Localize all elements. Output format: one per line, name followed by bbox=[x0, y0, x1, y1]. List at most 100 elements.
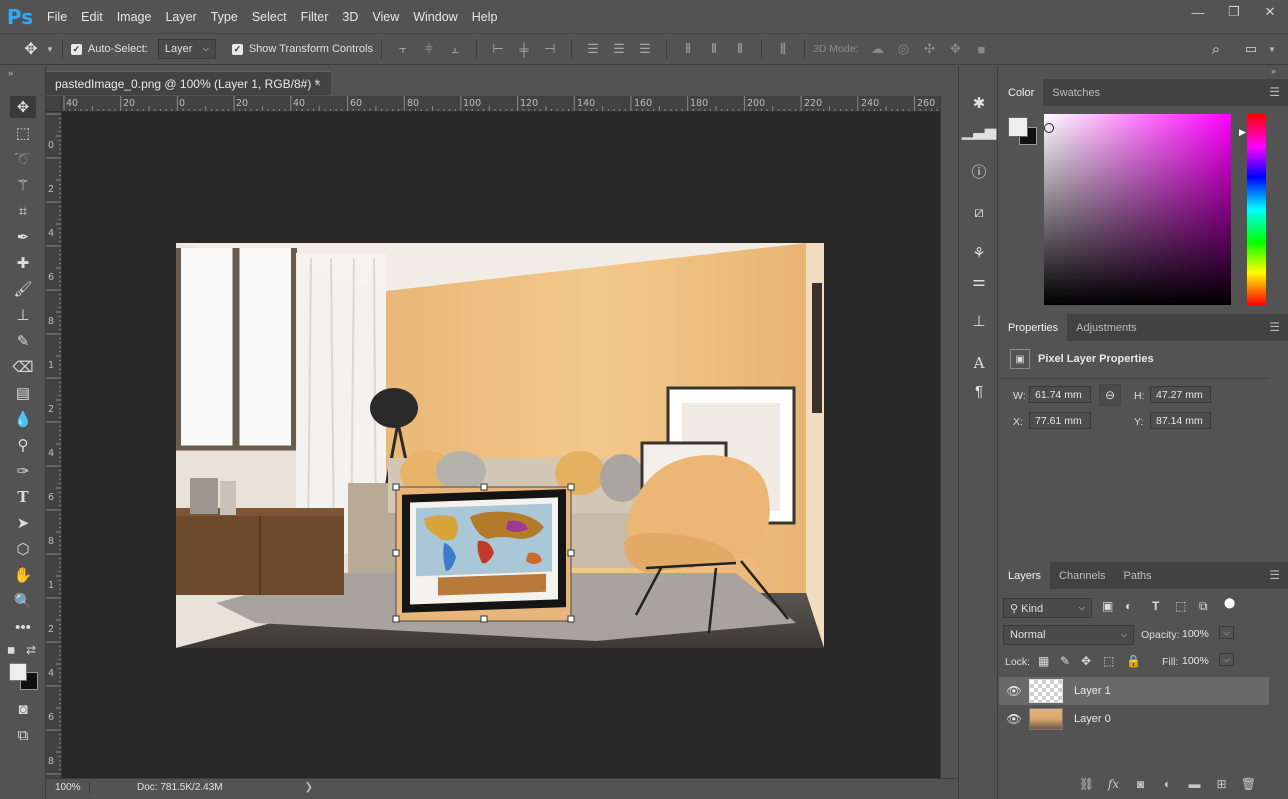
filter-type-icon[interactable]: T bbox=[1152, 599, 1159, 613]
quick-mask-icon[interactable]: ◙ bbox=[10, 698, 36, 720]
collapse-panel-icon[interactable]: » bbox=[8, 68, 13, 78]
eraser-tool-icon[interactable]: ⌫ bbox=[10, 356, 36, 378]
auto-select-dropdown[interactable]: Layer ⌵ bbox=[157, 39, 216, 59]
menu-type[interactable]: Type bbox=[204, 10, 245, 24]
filter-shape-icon[interactable]: ⬚ bbox=[1175, 599, 1186, 613]
3d-drag-icon[interactable]: ✣ bbox=[916, 41, 942, 57]
tab-properties[interactable]: Properties bbox=[999, 314, 1068, 341]
brush-settings-icon[interactable]: ⚘ bbox=[967, 242, 991, 264]
history-brush-tool-icon[interactable]: ✎ bbox=[10, 330, 36, 352]
paragraph-icon[interactable]: ¶ bbox=[967, 380, 991, 402]
close-tab-icon[interactable]: × bbox=[315, 78, 321, 90]
adjustment-layer-icon[interactable]: ◐ bbox=[1154, 777, 1181, 791]
menu-window[interactable]: Window bbox=[406, 10, 464, 24]
tab-layers[interactable]: Layers bbox=[999, 562, 1051, 589]
fill-field[interactable]: 100% bbox=[1182, 652, 1218, 669]
3d-roll-icon[interactable]: ◎ bbox=[890, 41, 916, 57]
align-left-icon[interactable]: ⊢ bbox=[485, 41, 511, 57]
search-icon[interactable]: ⌕ bbox=[1203, 41, 1229, 58]
move-tool-icon[interactable]: ✥ bbox=[18, 39, 44, 59]
color-foreground-swatch[interactable] bbox=[1008, 117, 1028, 137]
move-tool-icon[interactable]: ✥ bbox=[10, 96, 36, 118]
filter-smart-object-icon[interactable]: ⧉ bbox=[1199, 599, 1208, 614]
chevron-down-icon[interactable]: ⌵ bbox=[1219, 653, 1234, 666]
marquee-tool-icon[interactable]: ⬚ bbox=[10, 122, 36, 144]
crop-tool-icon[interactable]: ⌗ bbox=[10, 200, 36, 222]
tab-adjustments[interactable]: Adjustments bbox=[1067, 314, 1146, 341]
distribute-left-icon[interactable]: ⦀ bbox=[675, 41, 701, 57]
lock-all-icon[interactable]: 🔒 bbox=[1126, 654, 1141, 668]
link-dimensions-icon[interactable]: ⊖ bbox=[1099, 384, 1121, 406]
menu-edit[interactable]: Edit bbox=[74, 10, 110, 24]
lock-position-icon[interactable]: ✥ bbox=[1081, 654, 1091, 668]
chevron-down-icon[interactable]: ▼ bbox=[1268, 45, 1276, 54]
horizontal-ruler[interactable]: 40 20 0 20 40 60 80 100 120 140 160 180 … bbox=[62, 96, 940, 112]
distribute-hcenter-icon[interactable]: ⦀ bbox=[701, 41, 727, 57]
menu-image[interactable]: Image bbox=[110, 10, 159, 24]
menu-filter[interactable]: Filter bbox=[294, 10, 336, 24]
layer-style-icon[interactable]: fx bbox=[1100, 777, 1127, 791]
width-field[interactable]: 61.74 mm bbox=[1029, 386, 1091, 403]
info-icon[interactable]: ⓘ bbox=[967, 160, 991, 182]
dodge-tool-icon[interactable]: ⚲ bbox=[10, 434, 36, 456]
lock-image-icon[interactable]: ✎ bbox=[1060, 654, 1070, 668]
panel-menu-icon[interactable]: ☰ bbox=[1269, 85, 1280, 99]
panel-menu-icon[interactable]: ☰ bbox=[1269, 568, 1280, 582]
swap-colors-icon[interactable]: ⇄ bbox=[26, 643, 36, 657]
healing-brush-tool-icon[interactable]: ✚ bbox=[10, 252, 36, 274]
character-icon[interactable]: A bbox=[967, 352, 991, 374]
distribute-top-icon[interactable]: ☰ bbox=[580, 41, 606, 57]
screen-mode-icon[interactable]: ⧉ bbox=[10, 724, 36, 746]
tab-color[interactable]: Color bbox=[999, 79, 1044, 106]
gradient-tool-icon[interactable]: ▤ bbox=[10, 382, 36, 404]
tool-preset-chevron-icon[interactable]: ▼ bbox=[46, 45, 54, 54]
show-transform-checkbox[interactable]: ✓ Show Transform Controls bbox=[231, 43, 373, 55]
vertical-ruler[interactable]: 0 2 4 6 8 1 2 4 6 8 1 2 4 6 8 bbox=[46, 112, 62, 778]
filter-pixel-icon[interactable]: ▣ bbox=[1102, 599, 1113, 613]
delete-layer-icon[interactable]: 🗑 bbox=[1235, 777, 1262, 791]
hue-slider[interactable] bbox=[1247, 114, 1266, 305]
character-styles-icon[interactable]: ⧄ bbox=[967, 201, 991, 223]
visibility-eye-icon[interactable]: 👁 bbox=[999, 712, 1029, 726]
hue-slider-handle-icon[interactable]: ▶ bbox=[1239, 127, 1246, 138]
menu-3d[interactable]: 3D bbox=[335, 10, 365, 24]
color-picker-field[interactable] bbox=[1044, 114, 1231, 305]
tab-swatches[interactable]: Swatches bbox=[1043, 79, 1109, 106]
blur-tool-icon[interactable]: 💧 bbox=[10, 408, 36, 430]
lasso-tool-icon[interactable]: ➰ bbox=[10, 148, 36, 170]
menu-select[interactable]: Select bbox=[245, 10, 294, 24]
menu-help[interactable]: Help bbox=[465, 10, 505, 24]
blend-mode-dropdown[interactable]: Normal ⌵ bbox=[1003, 625, 1134, 645]
distribute-bottom-icon[interactable]: ☰ bbox=[632, 41, 658, 57]
tab-channels[interactable]: Channels bbox=[1050, 562, 1114, 589]
x-field[interactable]: 77.61 mm bbox=[1029, 412, 1091, 429]
layer-filter-dropdown[interactable]: ⚲ Kind ⌵ bbox=[1003, 598, 1092, 618]
zoom-tool-icon[interactable]: 🔍 bbox=[10, 590, 36, 612]
maximize-button[interactable]: ❐ bbox=[1216, 0, 1252, 24]
add-mask-icon[interactable]: ◙ bbox=[1127, 777, 1154, 791]
shape-tool-icon[interactable]: ⬡ bbox=[10, 538, 36, 560]
foreground-color-swatch[interactable] bbox=[9, 663, 27, 681]
menu-layer[interactable]: Layer bbox=[158, 10, 203, 24]
navigator-icon[interactable]: ✱ bbox=[967, 92, 991, 114]
color-picker-cursor[interactable] bbox=[1044, 123, 1054, 133]
ruler-corner[interactable] bbox=[46, 96, 62, 112]
align-top-icon[interactable]: ⫟ bbox=[390, 41, 416, 57]
pen-tool-icon[interactable]: ✑ bbox=[10, 460, 36, 482]
status-menu-arrow-icon[interactable]: ❯ bbox=[305, 782, 313, 793]
chevron-down-icon[interactable]: ⌵ bbox=[1219, 626, 1234, 639]
lock-artboard-icon[interactable]: ⬚ bbox=[1103, 654, 1114, 668]
new-group-icon[interactable]: ▬ bbox=[1181, 777, 1208, 791]
type-tool-icon[interactable]: T bbox=[10, 486, 36, 508]
new-layer-icon[interactable]: ⊞ bbox=[1208, 777, 1235, 791]
workspace-icon[interactable]: ▭ bbox=[1238, 41, 1264, 57]
vertical-scrollbar[interactable] bbox=[940, 96, 958, 778]
align-right-icon[interactable]: ⊣ bbox=[537, 41, 563, 57]
distribute-vcenter-icon[interactable]: ☰ bbox=[606, 41, 632, 57]
align-hcenter-icon[interactable]: ╪ bbox=[511, 42, 537, 57]
3d-orbit-icon[interactable]: ☁ bbox=[864, 41, 890, 57]
y-field[interactable]: 87.14 mm bbox=[1150, 412, 1211, 429]
opacity-field[interactable]: 100% bbox=[1182, 625, 1218, 642]
menu-file[interactable]: File bbox=[40, 10, 74, 24]
visibility-eye-icon[interactable]: 👁 bbox=[999, 684, 1029, 698]
